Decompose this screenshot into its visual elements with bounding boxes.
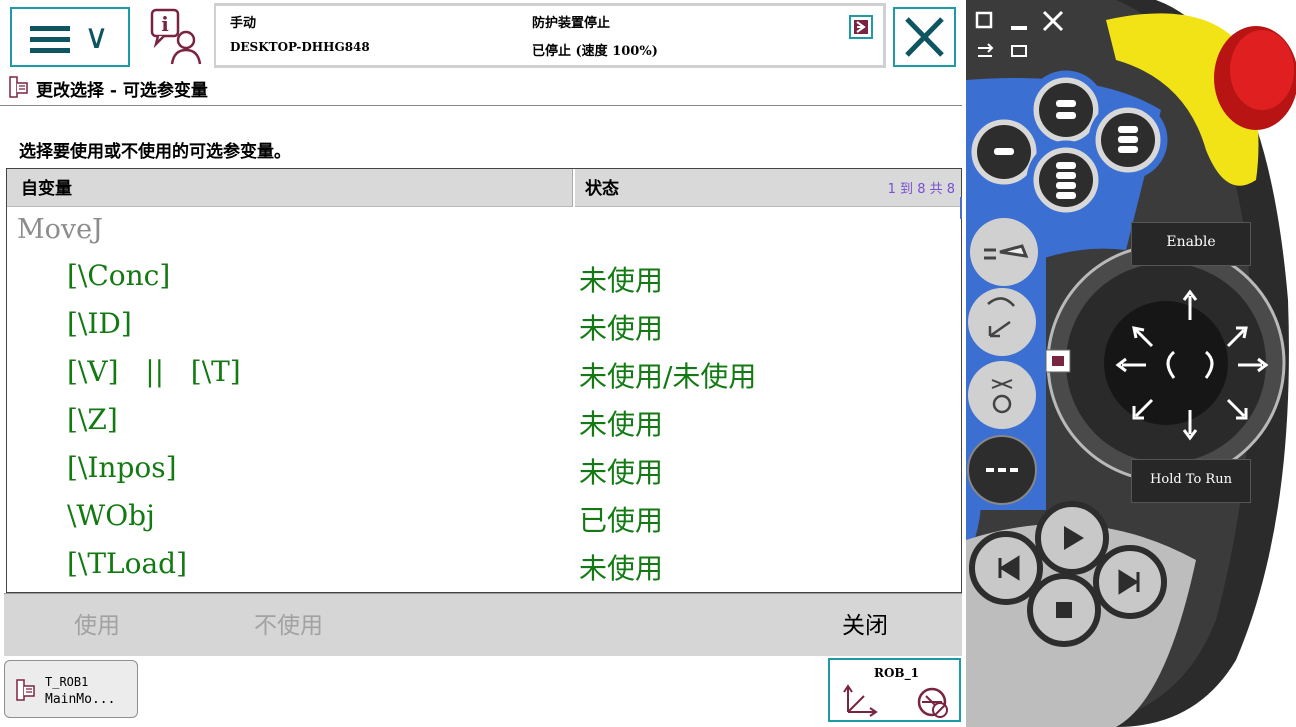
programmable-key-3[interactable] (968, 361, 1036, 429)
joystick[interactable] (1046, 243, 1286, 483)
close-button[interactable]: 关闭 (842, 606, 888, 640)
argument-name: [\Conc] (67, 259, 171, 292)
command-bar: 使用 不使用 关闭 (4, 593, 962, 656)
scrollbar[interactable] (960, 197, 962, 219)
list-item[interactable]: [\V] || [\T] 未使用/未使用 (7, 351, 961, 397)
status-panel[interactable]: 手动 DESKTOP-DHHG848 防护装置停止 已停止 (速度 100%) (214, 3, 886, 68)
programmable-key-1[interactable] (970, 218, 1038, 286)
optional-arguments-list: 自变量 状态 1 到 8 共 8 MoveJ [\Conc] 未使用 [\ID]… (6, 168, 962, 593)
module-name: MainMo... (45, 692, 116, 707)
row-count: 1 到 8 共 8 (887, 182, 955, 197)
argument-name: [\Inpos] (67, 451, 177, 484)
page-title: 更改选择 - 可选参变量 (36, 81, 208, 101)
minimize-icon[interactable] (1011, 26, 1027, 30)
svg-text:i: i (161, 12, 169, 36)
not-use-button[interactable]: 不使用 (254, 606, 323, 640)
hold-to-run-label: Hold To Run (1150, 472, 1232, 487)
usb-port-icon (1045, 349, 1071, 373)
argument-status: 已使用 (579, 504, 664, 537)
list-header: 自变量 状态 1 到 8 共 8 (7, 169, 961, 207)
instruction-name: MoveJ (17, 214, 103, 245)
taskbar: T_ROB1 MainMo... ROB_1 (0, 656, 962, 727)
argument-status: 未使用 (579, 312, 664, 345)
list-item[interactable]: [\Inpos] 未使用 (7, 447, 961, 493)
operation-mode: 手动 (230, 16, 257, 31)
program-editor-icon (9, 76, 28, 98)
enable-label: Enable (1166, 234, 1216, 250)
run-status: 已停止 (速度 100%) (532, 44, 658, 59)
step-backward-button[interactable] (969, 531, 1043, 605)
list-item[interactable]: \WObj 已使用 (7, 495, 961, 541)
close-window-button[interactable] (893, 7, 956, 67)
list-item[interactable]: [\Z] 未使用 (7, 399, 961, 445)
flexpendant-screen: ∨ i 手动 DESKTOP-DHHG848 防护装置停止 已停止 (速度 10… (0, 0, 966, 727)
column-divider[interactable] (572, 169, 575, 207)
column-header-status: 状态 (585, 179, 619, 199)
increment-off-icon (917, 687, 948, 718)
argument-status: 未使用 (579, 264, 664, 297)
task-name: T_ROB1 (45, 675, 89, 689)
axes-4-6-button[interactable] (1026, 140, 1106, 220)
flexpendant-hardware: Enable Hold To Run (966, 0, 1296, 727)
argument-status: 未使用 (579, 408, 664, 441)
argument-name: [\Z] (67, 403, 118, 436)
argument-name: [\TLoad] (67, 547, 188, 580)
argument-name: [\ID] (67, 307, 132, 340)
argument-status: 未使用/未使用 (579, 360, 757, 393)
programmable-key-2[interactable] (968, 288, 1036, 356)
argument-status: 未使用 (579, 552, 664, 585)
instruction-text: 选择要使用或不使用的可选参变量。 (19, 142, 291, 162)
controller-name: DESKTOP-DHHG848 (230, 40, 370, 54)
column-header-argument: 自变量 (21, 179, 72, 199)
programmable-key-4[interactable] (967, 435, 1037, 505)
stop-button[interactable] (1027, 573, 1101, 647)
event-log-icon[interactable]: i (148, 8, 208, 66)
task-program-button[interactable]: T_ROB1 MainMo... (4, 660, 138, 718)
chevron-down-icon: ∨ (84, 17, 109, 57)
coordinate-system-icon (843, 684, 878, 717)
run-button[interactable] (1035, 501, 1109, 575)
hamburger-icon (30, 26, 70, 59)
title-bar: 更改选择 - 可选参变量 (0, 70, 962, 106)
close-icon (905, 17, 944, 57)
list-item[interactable]: [\ID] 未使用 (7, 303, 961, 349)
use-button[interactable]: 使用 (74, 606, 120, 640)
axes-1-3-button[interactable] (1088, 100, 1168, 180)
list-item[interactable]: [\TLoad] 未使用 (7, 543, 961, 589)
quickset-icon[interactable] (849, 15, 873, 39)
main-menu-button[interactable]: ∨ (10, 7, 130, 67)
step-forward-button[interactable] (1093, 545, 1167, 619)
list-item[interactable]: [\Conc] 未使用 (7, 255, 961, 301)
quickset-robot-button[interactable]: ROB_1 (828, 658, 961, 722)
argument-name: \WObj (67, 499, 155, 532)
program-editor-icon (16, 679, 35, 701)
safety-status: 防护装置停止 (532, 16, 611, 31)
argument-name: [\V] || [\T] (67, 355, 241, 388)
argument-status: 未使用 (579, 456, 664, 489)
